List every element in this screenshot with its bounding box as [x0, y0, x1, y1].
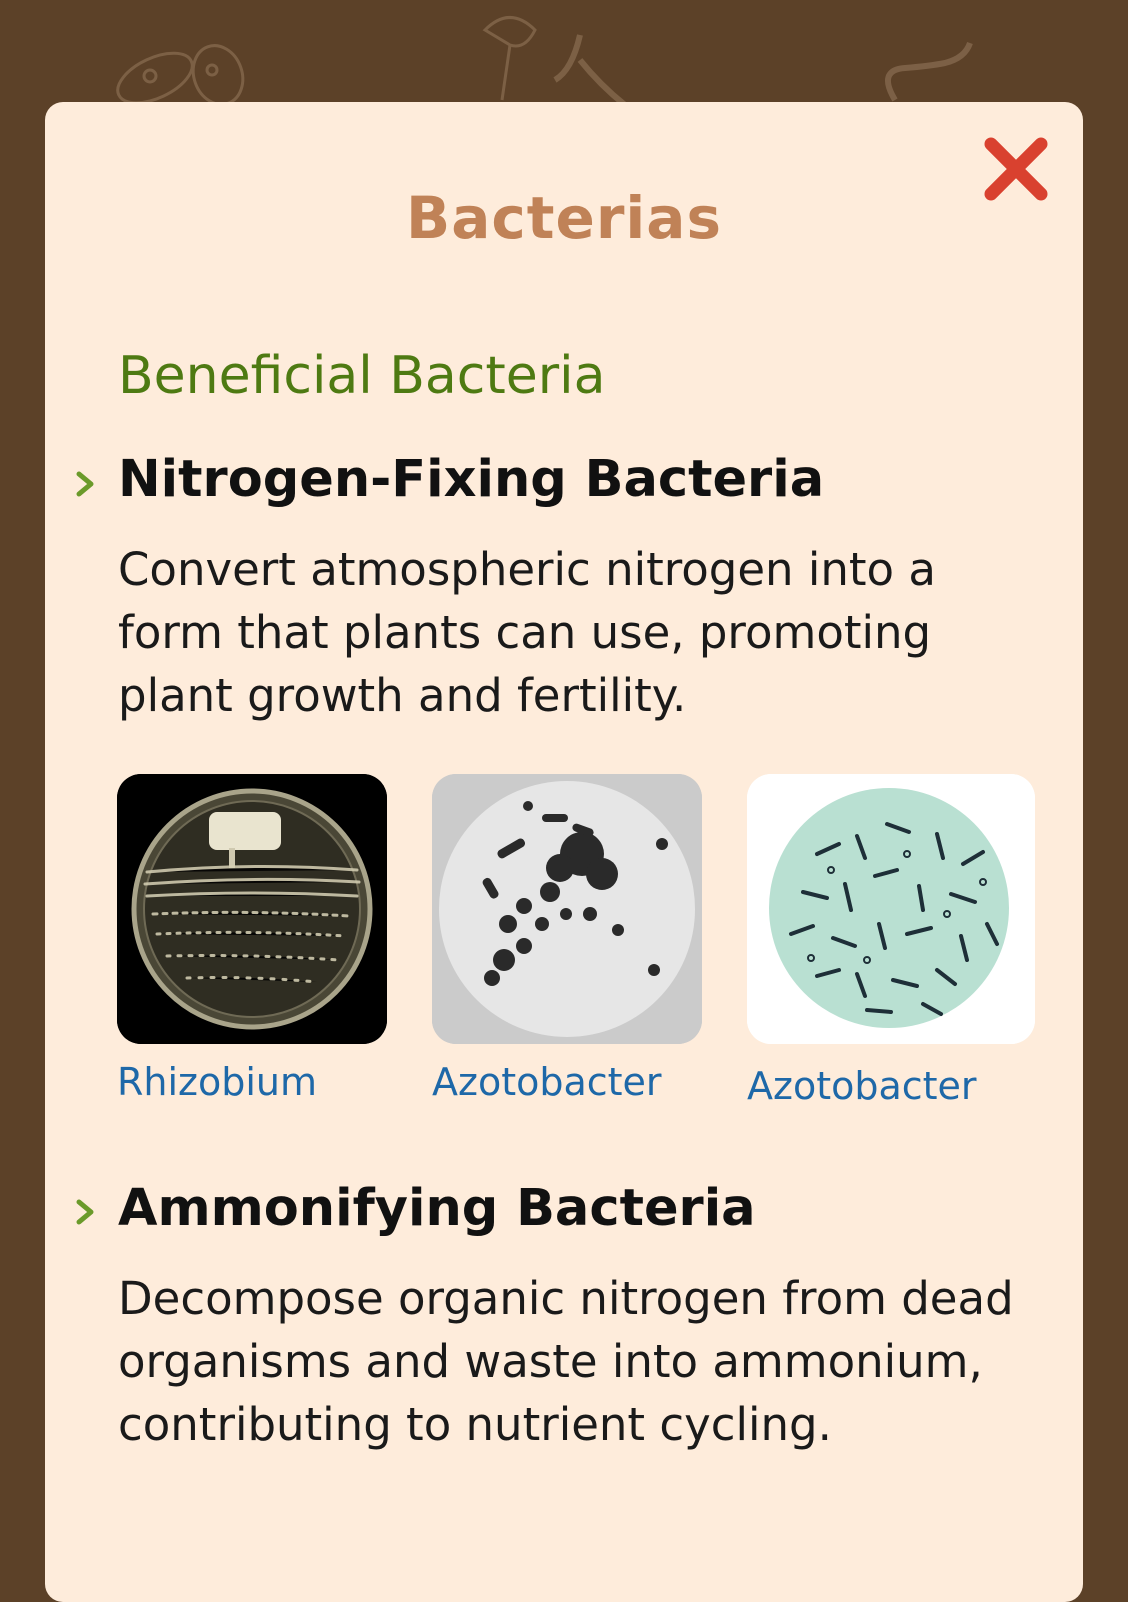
chevron-right-icon: [76, 471, 94, 497]
azotobacter-link-1[interactable]: Azotobacter: [432, 1060, 662, 1104]
rhizobium-link[interactable]: Rhizobium: [117, 1060, 317, 1104]
item-description-nitrogen-fixing: Convert atmospheric nitrogen into a form…: [118, 543, 936, 722]
azotobacter-thumbnail-2[interactable]: [747, 774, 1035, 1044]
info-modal: Bacterias Beneficial Bacteria Nitrogen-F…: [45, 102, 1083, 1602]
item-title-ammonifying: Ammonifying Bacteria: [118, 1179, 756, 1238]
azotobacter-link-2[interactable]: Azotobacter: [747, 1064, 977, 1108]
rhizobium-thumbnail[interactable]: [117, 774, 387, 1044]
item-title-nitrogen-fixing: Nitrogen-Fixing Bacteria: [118, 450, 825, 509]
chevron-right-icon: [76, 1199, 94, 1225]
azotobacter-thumbnail-1[interactable]: [432, 774, 702, 1044]
microscope-cells-image: [432, 774, 702, 1044]
rod-bacteria-image: [747, 774, 1035, 1044]
modal-title: Bacterias: [406, 184, 722, 252]
section-heading: Beneficial Bacteria: [118, 346, 606, 406]
item-description-ammonifying: Decompose organic nitrogen from dead org…: [118, 1272, 1014, 1451]
background-doodles: [116, 16, 973, 108]
petri-dish-image: [117, 774, 387, 1044]
